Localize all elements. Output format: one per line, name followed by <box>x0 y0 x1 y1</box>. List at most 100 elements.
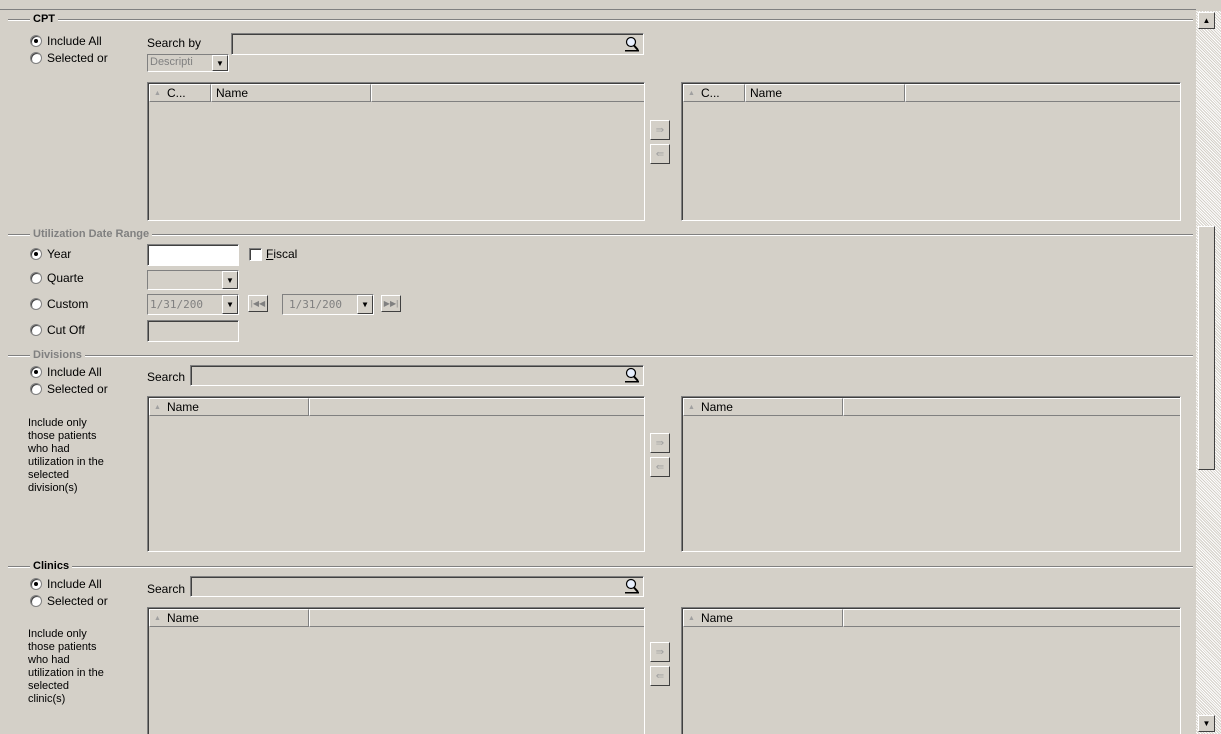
radio-unchecked-icon <box>30 52 42 64</box>
custom-start-value: 1/31/200 <box>150 298 203 311</box>
divisions-available-grid[interactable]: ▲ Name <box>147 396 645 552</box>
divisions-include-all-label: Include All <box>47 365 102 379</box>
down-arrow-icon: ▼ <box>1202 719 1211 728</box>
clinics-description: Include only those patients who had util… <box>28 628 104 705</box>
column-header-filler <box>843 398 1180 416</box>
column-header-name-label: Name <box>750 86 783 100</box>
report-options-panel: CPT Include All Selected or Search by De… <box>0 0 1196 734</box>
divisions-available-header: ▲ Name <box>149 398 644 416</box>
custom-first-button[interactable]: |◀◀ <box>248 295 268 312</box>
cpt-title: CPT <box>30 13 58 25</box>
radio-checked-icon <box>30 248 42 260</box>
radio-checked-icon <box>30 35 42 47</box>
year-input[interactable] <box>147 244 239 266</box>
arrow-left-icon: ⇚ <box>655 461 665 473</box>
divisions-title: Divisions <box>30 349 85 361</box>
clinics-include-all-radio[interactable]: Include All <box>30 577 102 591</box>
cpt-available-grid[interactable]: ▲ C... Name <box>147 82 645 221</box>
fiscal-label: Fiscal <box>266 247 297 261</box>
arrow-right-icon: ⇛ <box>655 124 665 136</box>
divisions-separator <box>8 355 1193 357</box>
clinics-search-button[interactable] <box>622 577 642 595</box>
column-header-name[interactable]: ▲ Name <box>683 609 843 627</box>
scroll-up-button[interactable]: ▲ <box>1198 12 1215 29</box>
clinics-selected-grid[interactable]: ▲ Name <box>681 607 1181 734</box>
sort-icon: ▲ <box>688 614 695 622</box>
scroll-down-button[interactable]: ▼ <box>1198 715 1215 732</box>
column-header-name-label: Name <box>216 86 249 100</box>
cpt-selected-only-radio[interactable]: Selected or <box>30 51 108 65</box>
column-header-code[interactable]: ▲ C... <box>149 84 211 102</box>
util-separator <box>8 234 1193 236</box>
sort-icon: ▲ <box>688 89 695 97</box>
clinics-include-all-label: Include All <box>47 577 102 591</box>
column-header-name[interactable]: Name <box>211 84 371 102</box>
arrow-right-icon: ⇛ <box>655 646 665 658</box>
cutoff-input[interactable] <box>147 320 239 342</box>
cpt-selected-grid[interactable]: ▲ C... Name <box>681 82 1181 221</box>
clinics-add-button[interactable]: ⇛ <box>650 642 670 662</box>
column-header-filler <box>371 84 644 102</box>
custom-end-date[interactable]: 1/31/200 ▼ <box>282 294 374 315</box>
cpt-remove-button[interactable]: ⇚ <box>650 144 670 164</box>
cpt-selected-only-label: Selected or <box>47 51 108 65</box>
clinics-separator <box>8 566 1193 568</box>
column-header-name[interactable]: ▲ Name <box>149 398 309 416</box>
cutoff-radio[interactable]: Cut Off <box>30 323 85 337</box>
clinics-available-grid[interactable]: ▲ Name <box>147 607 645 734</box>
divisions-search-input[interactable] <box>190 365 644 386</box>
column-header-name[interactable]: ▲ Name <box>683 398 843 416</box>
radio-unchecked-icon <box>30 298 42 310</box>
cpt-search-type-value: Descripti <box>150 56 193 68</box>
divisions-add-button[interactable]: ⇛ <box>650 433 670 453</box>
column-header-name[interactable]: Name <box>745 84 905 102</box>
custom-last-button[interactable]: ▶▶| <box>381 295 401 312</box>
custom-end-value: 1/31/200 <box>289 298 342 311</box>
sort-icon: ▲ <box>154 614 161 622</box>
arrow-left-icon: ⇚ <box>655 148 665 160</box>
vertical-scrollbar[interactable]: ▲ ▼ <box>1196 11 1221 734</box>
divisions-search-button[interactable] <box>622 366 642 384</box>
cpt-add-button[interactable]: ⇛ <box>650 120 670 140</box>
cpt-include-all-radio[interactable]: Include All <box>30 34 102 48</box>
quarter-radio[interactable]: Quarte <box>30 271 84 285</box>
column-header-filler <box>905 84 1180 102</box>
column-header-name-label: Name <box>166 400 199 414</box>
clinics-available-header: ▲ Name <box>149 609 644 627</box>
divisions-selected-only-radio[interactable]: Selected or <box>30 382 108 396</box>
sort-icon: ▲ <box>154 89 161 97</box>
sort-icon: ▲ <box>154 403 161 411</box>
year-radio[interactable]: Year <box>30 247 71 261</box>
cpt-search-button[interactable] <box>622 35 642 53</box>
chevron-down-icon: ▼ <box>222 295 238 314</box>
quarter-combo[interactable]: ▼ <box>147 270 239 290</box>
arrow-left-icon: ⇚ <box>655 670 665 682</box>
column-header-name[interactable]: ▲ Name <box>149 609 309 627</box>
fiscal-checkbox[interactable] <box>249 248 262 261</box>
divisions-selected-grid[interactable]: ▲ Name <box>681 396 1181 552</box>
cpt-search-type-combo[interactable]: Descripti ▼ <box>147 54 229 72</box>
grid-border <box>148 397 644 551</box>
grid-border <box>148 83 644 220</box>
clinics-remove-button[interactable]: ⇚ <box>650 666 670 686</box>
last-icon: ▶▶| <box>383 299 399 308</box>
cpt-search-by-label: Search by <box>147 36 202 50</box>
arrow-right-icon: ⇛ <box>655 437 665 449</box>
up-arrow-icon: ▲ <box>1202 16 1211 25</box>
radio-unchecked-icon <box>30 324 42 336</box>
radio-unchecked-icon <box>30 383 42 395</box>
custom-radio[interactable]: Custom <box>30 297 88 311</box>
scroll-thumb[interactable] <box>1198 226 1215 470</box>
divisions-include-all-radio[interactable]: Include All <box>30 365 102 379</box>
grid-border <box>682 83 1180 220</box>
clinics-selected-only-radio[interactable]: Selected or <box>30 594 108 608</box>
cpt-search-input[interactable] <box>231 33 644 55</box>
column-header-code[interactable]: ▲ C... <box>683 84 745 102</box>
column-header-code-label: C... <box>166 86 186 100</box>
clinics-search-input[interactable] <box>190 576 644 597</box>
divisions-remove-button[interactable]: ⇚ <box>650 457 670 477</box>
column-header-code-label: C... <box>700 86 720 100</box>
custom-start-date[interactable]: 1/31/200 ▼ <box>147 294 239 315</box>
column-header-filler <box>309 609 644 627</box>
cutoff-label: Cut Off <box>47 323 85 337</box>
